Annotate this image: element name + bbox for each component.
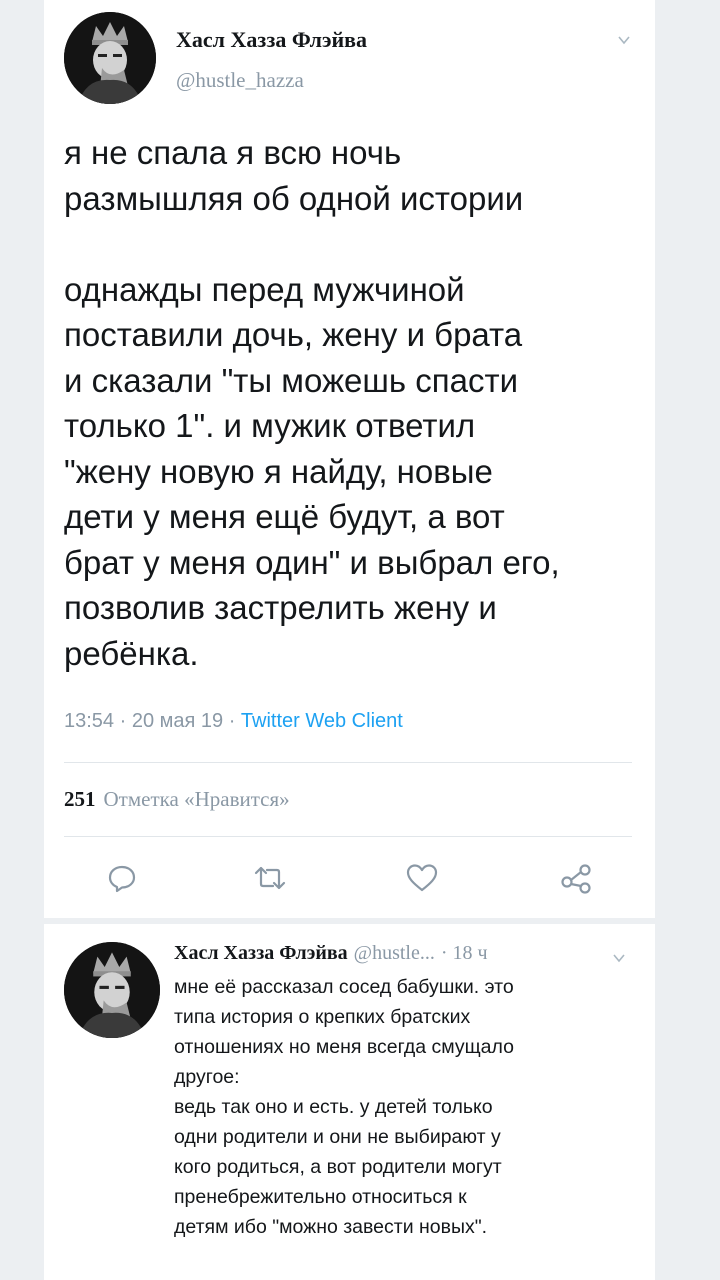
- like-button[interactable]: [402, 858, 442, 898]
- reply-time[interactable]: · 18 ч: [441, 942, 488, 964]
- retweet-icon: [254, 866, 286, 890]
- reply-chevron-down-icon[interactable]: [612, 951, 626, 965]
- tweet-meta: 13:54 · 20 мая 19 · Twitter Web Client: [64, 710, 403, 733]
- divider-bottom: [64, 836, 632, 837]
- author-handle[interactable]: @hustle_hazza: [176, 68, 304, 93]
- reply-header: Хасл Хазза Флэйва @hustle... · 18 ч: [174, 942, 488, 965]
- share-icon: [561, 864, 591, 894]
- author-name[interactable]: Хасл Хазза Флэйва: [176, 27, 367, 53]
- tweet-client-link[interactable]: Twitter Web Client: [241, 710, 403, 732]
- reply-author-handle[interactable]: @hustle...: [354, 942, 435, 964]
- tweet-timestamp[interactable]: 13:54 · 20 мая 19 ·: [64, 710, 241, 732]
- retweet-button[interactable]: [250, 858, 290, 898]
- reply-button[interactable]: [102, 858, 142, 898]
- reply-text: мне её рассказал сосед бабушки. это типа…: [174, 976, 514, 1238]
- screenshot-page: Хасл Хазза Флэйва @hustle_hazza я не спа…: [0, 0, 720, 1280]
- reply-icon: [108, 865, 136, 893]
- likes-count: 251: [64, 787, 96, 811]
- likes-label: Отметка «Нравится»: [103, 787, 290, 811]
- tweet-text: я не спала я всю ночь размышляя об одной…: [64, 134, 560, 672]
- author-avatar[interactable]: [64, 12, 156, 104]
- like-icon: [406, 864, 438, 892]
- divider-top: [64, 762, 632, 763]
- share-button[interactable]: [556, 858, 596, 898]
- reply-author-avatar[interactable]: [64, 942, 160, 1038]
- chevron-down-icon[interactable]: [617, 33, 631, 47]
- likes-summary[interactable]: 251 Отметка «Нравится»: [64, 787, 290, 812]
- reply-author-name[interactable]: Хасл Хазза Флэйва: [174, 942, 348, 964]
